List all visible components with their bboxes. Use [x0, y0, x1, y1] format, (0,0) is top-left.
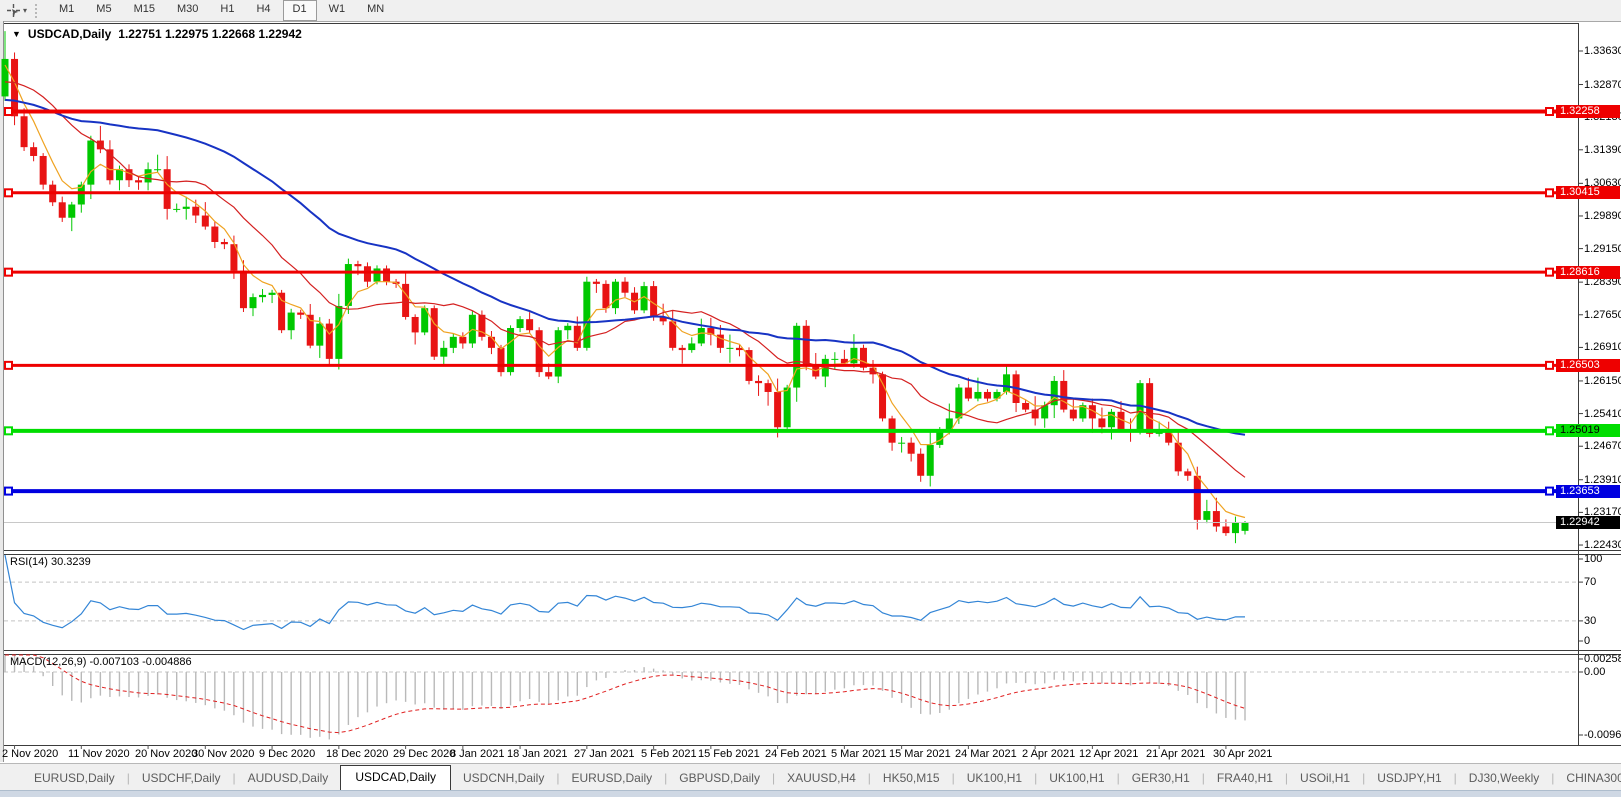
macd-axis-tick-label: -0.00968: [1584, 729, 1621, 741]
price-axis-tick-label: 1.29150: [1584, 243, 1621, 255]
hline-handle-right[interactable]: [1546, 488, 1553, 495]
time-axis-label: 12 Apr 2021: [1079, 748, 1138, 760]
symbol-tab-uk100-h1[interactable]: UK100,H1: [1037, 767, 1116, 791]
time-axis-label: 5 Mar 2021: [831, 748, 887, 760]
hline-price-tag: 1.30415: [1556, 186, 1620, 199]
hline-price-tag: 1.26503: [1556, 359, 1620, 372]
chart-title: ▼ USDCAD,Daily 1.22751 1.22975 1.22668 1…: [12, 27, 302, 41]
rsi-axis-tick-label: 100: [1584, 553, 1602, 565]
symbol-tab-dj30-weekly[interactable]: DJ30,Weekly: [1457, 767, 1551, 791]
collapse-triangle-icon[interactable]: ▼: [12, 29, 21, 39]
symbol-tab-usdchf-daily[interactable]: USDCHF,Daily: [130, 767, 233, 791]
time-axis-label: 24 Mar 2021: [955, 748, 1017, 760]
symbol-tab-xauusd-h4[interactable]: XAUUSD,H4: [775, 767, 868, 791]
macd-axis-tick-label: 0.00: [1584, 666, 1605, 678]
time-axis-label: 5 Feb 2021: [641, 748, 697, 760]
time-axis-label: 29 Dec 2020: [393, 748, 455, 760]
price-axis-tick-label: 1.24670: [1584, 440, 1621, 452]
symbol-tab-audusd-daily[interactable]: AUDUSD,Daily: [236, 767, 341, 791]
hline-handle-left[interactable]: [5, 269, 12, 276]
symbol-tab-usoil-h1[interactable]: USOil,H1: [1288, 767, 1362, 791]
price-axis-tick-label: 1.26150: [1584, 375, 1621, 387]
price-axis-tick-label: 1.31390: [1584, 144, 1621, 156]
rsi-indicator-label: RSI(14) 30.3239: [10, 556, 91, 568]
price-axis-tick-label: 1.33630: [1584, 45, 1621, 57]
symbol-tab-usdcnh-daily[interactable]: USDCNH,Daily: [451, 767, 556, 791]
hline-handle-left[interactable]: [5, 189, 12, 196]
price-axis-tick-label: 1.26910: [1584, 341, 1621, 353]
time-axis-label: 15 Mar 2021: [889, 748, 951, 760]
hline-handle-left[interactable]: [5, 488, 12, 495]
hline-handle-right[interactable]: [1546, 362, 1553, 369]
rsi-axis-tick-label: 70: [1584, 576, 1596, 588]
time-axis-label: 24 Feb 2021: [765, 748, 827, 760]
time-axis-label: 20 Nov 2020: [135, 748, 197, 760]
price-axis-tick-label: 1.27650: [1584, 309, 1621, 321]
symbol-tabs-bar: EURUSD,Daily|USDCHF,Daily|AUDUSD,DailyUS…: [0, 763, 1621, 791]
hline-price-tag: 1.32258: [1556, 105, 1620, 118]
hline-handle-left[interactable]: [5, 427, 12, 434]
time-axis-label: 18 Jan 2021: [507, 748, 568, 760]
hline-handle-right[interactable]: [1546, 427, 1553, 434]
symbol-tab-gbpusd-daily[interactable]: GBPUSD,Daily: [667, 767, 772, 791]
hline-handle-right[interactable]: [1546, 189, 1553, 196]
time-axis-label: 27 Jan 2021: [574, 748, 635, 760]
symbol-tab-usdjpy-h1[interactable]: USDJPY,H1: [1365, 767, 1453, 791]
time-axis-label: 15 Feb 2021: [698, 748, 760, 760]
hline-handle-left[interactable]: [5, 362, 12, 369]
rsi-axis-tick-label: 0: [1584, 635, 1590, 647]
rsi-axis-tick-label: 30: [1584, 615, 1596, 627]
symbol-tab-china300-h1[interactable]: CHINA300,H1: [1554, 767, 1621, 791]
hline-price-tag: 1.28616: [1556, 266, 1620, 279]
time-axis-label: 8 Jan 2021: [450, 748, 504, 760]
price-axis-tick-label: 1.29890: [1584, 210, 1621, 222]
symbol-tab-uk100-h1[interactable]: UK100,H1: [955, 767, 1034, 791]
chart-ohlc-values: 1.22751 1.22975 1.22668 1.22942: [118, 27, 302, 41]
symbol-tab-ger30-h1[interactable]: GER30,H1: [1120, 767, 1202, 791]
chart-symbol-period: USDCAD,Daily: [28, 27, 111, 41]
symbol-tab-usdcad-daily[interactable]: USDCAD,Daily: [340, 765, 451, 791]
hline-handle-right[interactable]: [1546, 108, 1553, 115]
bid-price-tag: 1.22942: [1556, 516, 1620, 529]
macd-axis-tick-label: 0.00258: [1584, 653, 1621, 665]
hline-price-tag: 1.25019: [1556, 424, 1620, 437]
hline-handle-left[interactable]: [5, 108, 12, 115]
hline-price-tag: 1.23653: [1556, 485, 1620, 498]
time-axis-label: 30 Nov 2020: [192, 748, 254, 760]
time-axis-label: 9 Dec 2020: [259, 748, 315, 760]
time-axis-label: 11 Nov 2020: [68, 748, 130, 760]
chart-canvas[interactable]: [0, 0, 1621, 796]
time-axis-label: 30 Apr 2021: [1213, 748, 1272, 760]
price-axis-tick-label: 1.25410: [1584, 408, 1621, 420]
symbol-tab-list: EURUSD,Daily|USDCHF,Daily|AUDUSD,DailyUS…: [22, 765, 1621, 791]
price-axis-tick-label: 1.32870: [1584, 79, 1621, 91]
symbol-tab-eurusd-daily[interactable]: EURUSD,Daily: [559, 767, 664, 791]
time-axis-label: 18 Dec 2020: [326, 748, 388, 760]
symbol-tab-hk50-m15[interactable]: HK50,M15: [871, 767, 952, 791]
time-axis-label: 2 Nov 2020: [2, 748, 58, 760]
macd-indicator-label: MACD(12,26,9) -0.007103 -0.004886: [10, 656, 192, 668]
symbol-tab-eurusd-daily[interactable]: EURUSD,Daily: [22, 767, 127, 791]
price-axis-tick-label: 1.22430: [1584, 539, 1621, 551]
symbol-tab-fra40-h1[interactable]: FRA40,H1: [1205, 767, 1285, 791]
time-axis-label: 21 Apr 2021: [1146, 748, 1205, 760]
hline-handle-right[interactable]: [1546, 269, 1553, 276]
time-axis-label: 2 Apr 2021: [1022, 748, 1075, 760]
